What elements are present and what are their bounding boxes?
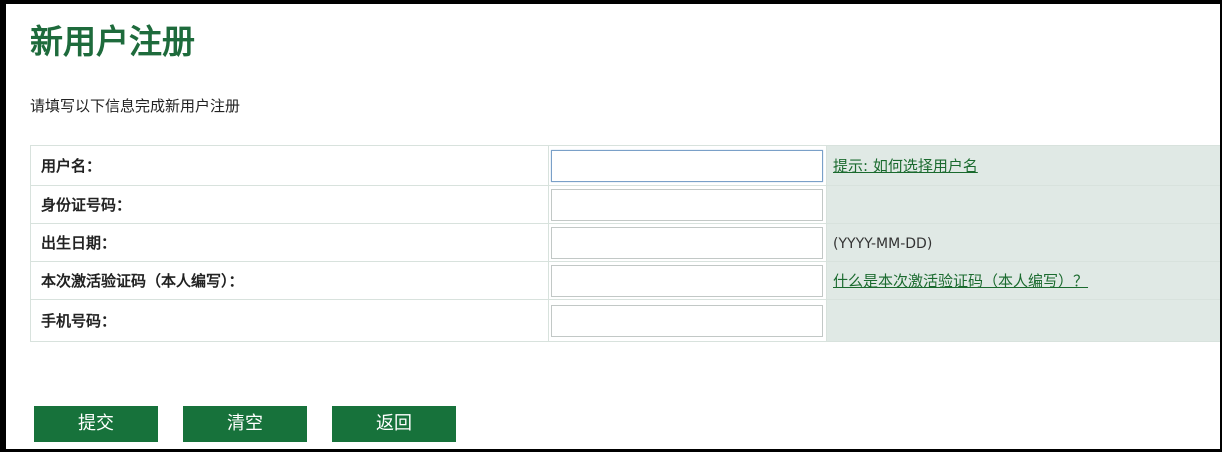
page-title: 新用户注册 xyxy=(30,22,195,61)
form-row-username: 用户名： 提示: 如何选择用户名 xyxy=(30,145,1220,186)
form-row-birth-date: 出生日期： (YYYY-MM-DD) xyxy=(30,223,1220,262)
id-number-input[interactable] xyxy=(551,188,823,221)
birth-date-input[interactable] xyxy=(551,226,823,259)
form-row-activation-code: 本次激活验证码（本人编写）： 什么是本次激活验证码（本人编写）？ xyxy=(30,261,1220,300)
username-help-link[interactable]: 提示: 如何选择用户名 xyxy=(833,157,978,175)
id-number-hint-cell xyxy=(826,185,1220,224)
activation-code-help-link[interactable]: 什么是本次激活验证码（本人编写）？ xyxy=(833,272,1088,290)
activation-code-label: 本次激活验证码（本人编写）： xyxy=(41,272,244,290)
clear-button[interactable]: 清空 xyxy=(183,406,307,442)
username-label: 用户名： xyxy=(41,157,102,175)
mobile-label: 手机号码： xyxy=(41,312,117,330)
back-button[interactable]: 返回 xyxy=(332,406,456,442)
activation-code-input[interactable] xyxy=(551,264,823,297)
username-input[interactable] xyxy=(551,149,823,182)
birth-date-format-hint: (YYYY-MM-DD) xyxy=(833,236,933,252)
id-number-label: 身份证号码： xyxy=(41,196,132,214)
birth-date-label: 出生日期： xyxy=(41,234,117,252)
submit-button[interactable]: 提交 xyxy=(34,406,158,442)
page-description: 请填写以下信息完成新用户注册 xyxy=(30,97,241,115)
registration-form: 用户名： 提示: 如何选择用户名 身份证号码： 出生日期： (YYYY-MM-D… xyxy=(30,145,1220,342)
mobile-input[interactable] xyxy=(551,304,823,337)
form-row-mobile: 手机号码： xyxy=(30,299,1220,342)
form-row-id-number: 身份证号码： xyxy=(30,185,1220,224)
mobile-hint-cell xyxy=(826,299,1220,342)
